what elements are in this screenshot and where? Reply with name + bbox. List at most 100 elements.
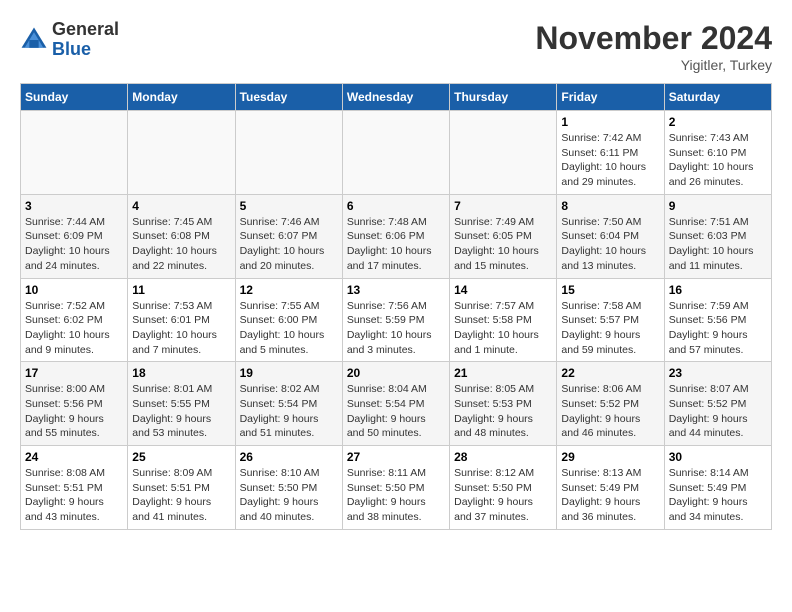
day-number: 13 — [347, 283, 445, 297]
day-info: Sunrise: 8:11 AM Sunset: 5:50 PM Dayligh… — [347, 466, 445, 525]
day-info: Sunrise: 7:46 AM Sunset: 6:07 PM Dayligh… — [240, 215, 338, 274]
day-info: Sunrise: 8:02 AM Sunset: 5:54 PM Dayligh… — [240, 382, 338, 441]
day-number: 28 — [454, 450, 552, 464]
day-info: Sunrise: 8:06 AM Sunset: 5:52 PM Dayligh… — [561, 382, 659, 441]
calendar-header: SundayMondayTuesdayWednesdayThursdayFrid… — [21, 84, 772, 111]
calendar-cell — [342, 111, 449, 195]
day-info: Sunrise: 7:48 AM Sunset: 6:06 PM Dayligh… — [347, 215, 445, 274]
day-info: Sunrise: 7:45 AM Sunset: 6:08 PM Dayligh… — [132, 215, 230, 274]
calendar-cell: 19 Sunrise: 8:02 AM Sunset: 5:54 PM Dayli… — [235, 362, 342, 446]
day-info: Sunrise: 7:53 AM Sunset: 6:01 PM Dayligh… — [132, 299, 230, 358]
calendar-cell: 22Sunrise: 8:06 AM Sunset: 5:52 PM Dayli… — [557, 362, 664, 446]
day-info: Sunrise: 8:12 AM Sunset: 5:50 PM Dayligh… — [454, 466, 552, 525]
day-info: Sunrise: 8:00 AM Sunset: 5:56 PM Dayligh… — [25, 382, 123, 441]
logo-icon — [20, 26, 48, 54]
calendar-row-5: 24Sunrise: 8:08 AM Sunset: 5:51 PM Dayli… — [21, 446, 772, 530]
header-cell-friday: Friday — [557, 84, 664, 111]
calendar-cell — [235, 111, 342, 195]
day-number: 19 — [240, 366, 338, 380]
header-cell-saturday: Saturday — [664, 84, 771, 111]
calendar-cell: 4 Sunrise: 7:45 AM Sunset: 6:08 PM Daylig… — [128, 194, 235, 278]
day-number: 21 — [454, 366, 552, 380]
header-cell-wednesday: Wednesday — [342, 84, 449, 111]
calendar-cell: 21 Sunrise: 8:05 AM Sunset: 5:53 PM Dayli… — [450, 362, 557, 446]
calendar-row-3: 10Sunrise: 7:52 AM Sunset: 6:02 PM Dayli… — [21, 278, 772, 362]
calendar-cell: 16 Sunrise: 7:59 AM Sunset: 5:56 PM Dayli… — [664, 278, 771, 362]
day-number: 4 — [132, 199, 230, 213]
day-info: Sunrise: 8:13 AM Sunset: 5:49 PM Dayligh… — [561, 466, 659, 525]
day-info: Sunrise: 8:08 AM Sunset: 5:51 PM Dayligh… — [25, 466, 123, 525]
day-info: Sunrise: 8:09 AM Sunset: 5:51 PM Dayligh… — [132, 466, 230, 525]
day-number: 17 — [25, 366, 123, 380]
calendar-cell: 25 Sunrise: 8:09 AM Sunset: 5:51 PM Dayli… — [128, 446, 235, 530]
calendar-cell: 28 Sunrise: 8:12 AM Sunset: 5:50 PM Dayli… — [450, 446, 557, 530]
calendar-cell: 30 Sunrise: 8:14 AM Sunset: 5:49 PM Dayli… — [664, 446, 771, 530]
calendar-cell: 7 Sunrise: 7:49 AM Sunset: 6:05 PM Daylig… — [450, 194, 557, 278]
calendar-cell — [21, 111, 128, 195]
day-info: Sunrise: 7:51 AM Sunset: 6:03 PM Dayligh… — [669, 215, 767, 274]
day-number: 10 — [25, 283, 123, 297]
day-info: Sunrise: 7:58 AM Sunset: 5:57 PM Dayligh… — [561, 299, 659, 358]
day-info: Sunrise: 8:07 AM Sunset: 5:52 PM Dayligh… — [669, 382, 767, 441]
day-number: 11 — [132, 283, 230, 297]
day-info: Sunrise: 7:57 AM Sunset: 5:58 PM Dayligh… — [454, 299, 552, 358]
calendar-cell — [450, 111, 557, 195]
logo-blue-text: Blue — [52, 39, 91, 59]
day-info: Sunrise: 7:42 AM Sunset: 6:11 PM Dayligh… — [561, 131, 659, 190]
logo: General Blue — [20, 20, 119, 60]
day-info: Sunrise: 7:44 AM Sunset: 6:09 PM Dayligh… — [25, 215, 123, 274]
day-number: 5 — [240, 199, 338, 213]
logo-text: General Blue — [52, 20, 119, 60]
calendar-cell: 20 Sunrise: 8:04 AM Sunset: 5:54 PM Dayli… — [342, 362, 449, 446]
calendar-cell: 17 Sunrise: 8:00 AM Sunset: 5:56 PM Dayli… — [21, 362, 128, 446]
day-number: 8 — [561, 199, 659, 213]
day-info: Sunrise: 7:43 AM Sunset: 6:10 PM Dayligh… — [669, 131, 767, 190]
location-subtitle: Yigitler, Turkey — [535, 57, 772, 73]
calendar-cell: 5 Sunrise: 7:46 AM Sunset: 6:07 PM Daylig… — [235, 194, 342, 278]
month-title: November 2024 — [535, 20, 772, 57]
calendar-row-4: 17 Sunrise: 8:00 AM Sunset: 5:56 PM Dayli… — [21, 362, 772, 446]
day-number: 7 — [454, 199, 552, 213]
day-number: 9 — [669, 199, 767, 213]
day-number: 25 — [132, 450, 230, 464]
header-cell-thursday: Thursday — [450, 84, 557, 111]
calendar-row-1: 1Sunrise: 7:42 AM Sunset: 6:11 PM Daylig… — [21, 111, 772, 195]
day-number: 3 — [25, 199, 123, 213]
calendar-cell: 9 Sunrise: 7:51 AM Sunset: 6:03 PM Daylig… — [664, 194, 771, 278]
calendar-cell: 10Sunrise: 7:52 AM Sunset: 6:02 PM Dayli… — [21, 278, 128, 362]
day-info: Sunrise: 8:05 AM Sunset: 5:53 PM Dayligh… — [454, 382, 552, 441]
day-number: 2 — [669, 115, 767, 129]
day-info: Sunrise: 8:14 AM Sunset: 5:49 PM Dayligh… — [669, 466, 767, 525]
day-number: 12 — [240, 283, 338, 297]
title-block: November 2024 Yigitler, Turkey — [535, 20, 772, 73]
day-number: 26 — [240, 450, 338, 464]
calendar-cell: 1Sunrise: 7:42 AM Sunset: 6:11 PM Daylig… — [557, 111, 664, 195]
day-info: Sunrise: 7:56 AM Sunset: 5:59 PM Dayligh… — [347, 299, 445, 358]
day-info: Sunrise: 7:59 AM Sunset: 5:56 PM Dayligh… — [669, 299, 767, 358]
day-info: Sunrise: 8:04 AM Sunset: 5:54 PM Dayligh… — [347, 382, 445, 441]
day-info: Sunrise: 7:49 AM Sunset: 6:05 PM Dayligh… — [454, 215, 552, 274]
calendar-cell: 27Sunrise: 8:11 AM Sunset: 5:50 PM Dayli… — [342, 446, 449, 530]
header-cell-tuesday: Tuesday — [235, 84, 342, 111]
calendar-row-2: 3 Sunrise: 7:44 AM Sunset: 6:09 PM Daylig… — [21, 194, 772, 278]
day-number: 14 — [454, 283, 552, 297]
header-row: SundayMondayTuesdayWednesdayThursdayFrid… — [21, 84, 772, 111]
day-info: Sunrise: 7:55 AM Sunset: 6:00 PM Dayligh… — [240, 299, 338, 358]
logo-general-text: General — [52, 19, 119, 39]
calendar-cell: 3 Sunrise: 7:44 AM Sunset: 6:09 PM Daylig… — [21, 194, 128, 278]
day-number: 20 — [347, 366, 445, 380]
day-number: 16 — [669, 283, 767, 297]
calendar-cell: 26 Sunrise: 8:10 AM Sunset: 5:50 PM Dayli… — [235, 446, 342, 530]
day-number: 18 — [132, 366, 230, 380]
day-number: 23 — [669, 366, 767, 380]
calendar-cell: 15Sunrise: 7:58 AM Sunset: 5:57 PM Dayli… — [557, 278, 664, 362]
day-info: Sunrise: 8:01 AM Sunset: 5:55 PM Dayligh… — [132, 382, 230, 441]
calendar-cell: 6 Sunrise: 7:48 AM Sunset: 6:06 PM Daylig… — [342, 194, 449, 278]
day-info: Sunrise: 8:10 AM Sunset: 5:50 PM Dayligh… — [240, 466, 338, 525]
page-header: General Blue November 2024 Yigitler, Tur… — [20, 20, 772, 73]
calendar-cell: 8Sunrise: 7:50 AM Sunset: 6:04 PM Daylig… — [557, 194, 664, 278]
day-number: 30 — [669, 450, 767, 464]
day-number: 6 — [347, 199, 445, 213]
calendar-cell: 13 Sunrise: 7:56 AM Sunset: 5:59 PM Dayli… — [342, 278, 449, 362]
calendar-cell: 24Sunrise: 8:08 AM Sunset: 5:51 PM Dayli… — [21, 446, 128, 530]
